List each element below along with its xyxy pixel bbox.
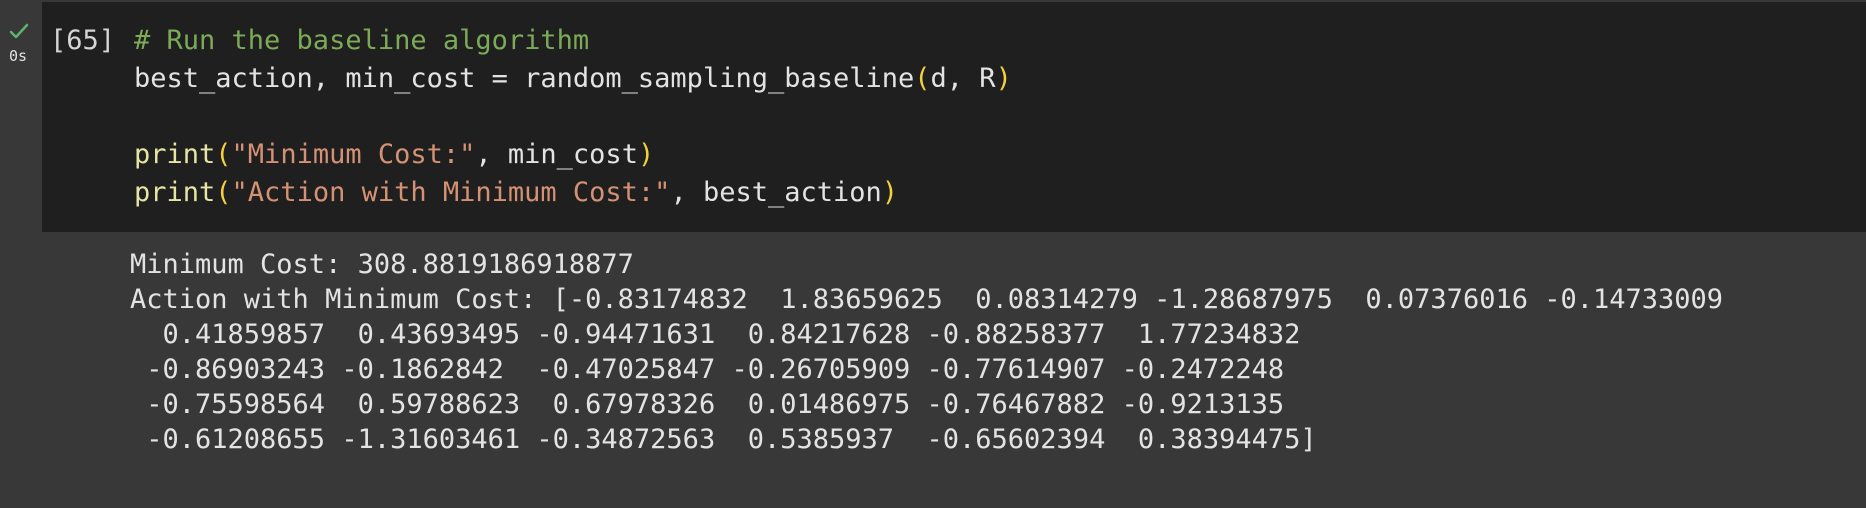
code-line: # Run the baseline algorithm — [134, 22, 1012, 60]
code-line: print("Minimum Cost:", min_cost) — [134, 136, 1012, 174]
output-line: -0.75598564 0.59788623 0.67978326 0.0148… — [130, 389, 1285, 420]
execution-time: 0s — [9, 47, 28, 65]
code-token-paren: ) — [637, 139, 655, 170]
code-token-func: print — [134, 139, 216, 170]
code-token-paren: ( — [215, 177, 232, 208]
code-token-plain: best_action, min_cost = random_sampling_… — [134, 63, 915, 94]
code-token-plain: , best_action — [670, 177, 882, 208]
output-line: Action with Minimum Cost: [-0.83174832 1… — [130, 284, 1724, 315]
code-token-str: "Action with Minimum Cost:" — [231, 177, 671, 208]
notebook-cell: 0s [65] # Run the baseline algorithm best… — [0, 0, 1866, 508]
code-token-plain: d, R — [930, 63, 996, 94]
code-editor[interactable]: [65] # Run the baseline algorithm best_ac… — [42, 2, 1866, 232]
code-lines[interactable]: # Run the baseline algorithm best_action,… — [134, 22, 1012, 212]
code-token-comment: # Run the baseline algorithm — [134, 25, 590, 56]
code-token-paren: ( — [914, 63, 931, 94]
code-token-plain: , min_cost — [475, 139, 638, 170]
output-line: 0.41859857 0.43693495 -0.94471631 0.8421… — [130, 319, 1301, 350]
output-line: -0.61208655 -1.31603461 -0.34872563 0.53… — [130, 424, 1317, 455]
code-token-paren: ) — [881, 177, 899, 208]
code-token-func: print — [134, 177, 216, 208]
execution-count: [65] — [50, 25, 116, 56]
cell-output: Minimum Cost: 308.8819186918877 Action wi… — [130, 247, 1723, 457]
code-token-paren: ( — [215, 139, 232, 170]
code-line: print("Action with Minimum Cost:", best_… — [134, 174, 1012, 212]
checkmark-icon[interactable] — [9, 22, 29, 40]
output-line: -0.86903243 -0.1862842 -0.47025847 -0.26… — [130, 354, 1285, 385]
cell-gutter: 0s — [0, 0, 40, 234]
code-token-paren: ) — [995, 63, 1012, 94]
output-line: Minimum Cost: 308.8819186918877 — [130, 249, 634, 280]
code-line: best_action, min_cost = random_sampling_… — [134, 60, 1012, 98]
code-token-str: "Minimum Cost:" — [231, 139, 476, 170]
